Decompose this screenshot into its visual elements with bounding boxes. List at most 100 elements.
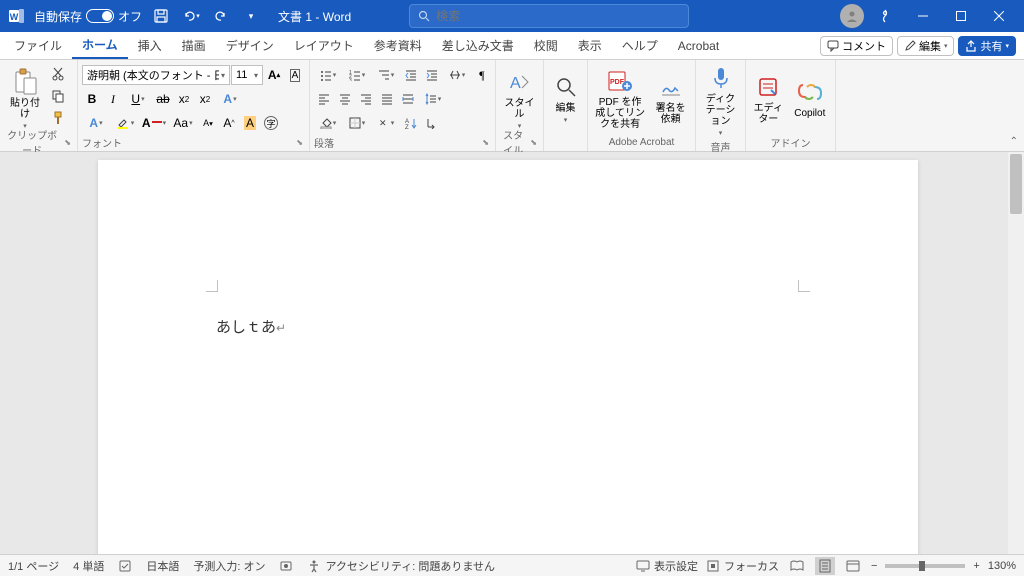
distribute-button[interactable] [398, 89, 418, 109]
search-box[interactable] [409, 4, 689, 28]
web-layout-button[interactable] [843, 557, 863, 575]
font-launcher[interactable]: ⬊ [296, 138, 305, 147]
cut-button[interactable] [48, 64, 68, 84]
accessibility-status[interactable]: アクセシビリティ: 問題ありません [307, 558, 495, 574]
strikethrough-button[interactable]: ab [153, 89, 173, 109]
format-painter-button[interactable] [48, 108, 68, 128]
edit-mode-button[interactable]: 編集▾ [897, 36, 955, 56]
numbering-button[interactable]: 123▾ [343, 65, 371, 85]
create-pdf-button[interactable]: PDF PDF を作成してリンクを共有 [592, 62, 648, 135]
autosave-toggle[interactable]: 自動保存 オフ [34, 8, 142, 25]
styles-button[interactable]: A スタイル ▾ [500, 62, 539, 135]
underline-button[interactable]: U▾ [124, 89, 152, 109]
page[interactable]: あしｔあ↵ [98, 160, 918, 554]
editing-button[interactable]: 編集 ▾ [548, 62, 583, 135]
scrollbar-thumb[interactable] [1010, 154, 1022, 214]
tab-insert[interactable]: 挿入 [128, 32, 172, 59]
tab-acrobat[interactable]: Acrobat [668, 32, 729, 59]
zoom-level[interactable]: 130% [988, 560, 1016, 572]
italic-button[interactable]: I [103, 89, 123, 109]
zoom-slider[interactable] [885, 564, 965, 568]
shading-button[interactable]: ▾ [314, 113, 342, 133]
zoom-out-button[interactable]: − [871, 560, 877, 572]
spell-check-status[interactable] [118, 559, 132, 573]
para-marks-button[interactable] [422, 113, 442, 133]
line-spacing-button[interactable]: ▾ [419, 89, 447, 109]
tab-review[interactable]: 校閲 [524, 32, 568, 59]
redo-button[interactable] [210, 5, 232, 27]
clipboard-launcher[interactable]: ⬊ [64, 138, 73, 147]
grow-font2-button[interactable]: A^ [219, 113, 239, 133]
qat-customize[interactable]: ▾ [240, 5, 262, 27]
change-case-button[interactable]: Aa▾ [169, 113, 197, 133]
bold-button[interactable]: B [82, 89, 102, 109]
show-marks-button[interactable]: ¶ [472, 65, 492, 85]
editor-button[interactable]: エディター [750, 62, 787, 135]
shrink-font-button[interactable]: A▾ [198, 113, 218, 133]
enclosed-char-button[interactable]: 字 [261, 113, 281, 133]
tab-home[interactable]: ホーム [72, 32, 128, 59]
subscript-button[interactable]: x2 [174, 89, 194, 109]
styles-launcher[interactable]: ⬊ [530, 138, 539, 147]
clear-format-button[interactable]: A [240, 113, 260, 133]
font-name-combo[interactable]: 游明朝 (本文のフォント - 日本語)▾ [82, 65, 230, 85]
document-content[interactable]: あしｔあ↵ [216, 316, 286, 337]
save-button[interactable] [150, 5, 172, 27]
display-settings-button[interactable]: 表示設定 [636, 558, 698, 574]
close-button[interactable] [982, 0, 1016, 32]
highlight-color-button[interactable]: ▾ [111, 113, 139, 133]
tab-design[interactable]: デザイン [216, 32, 284, 59]
dictate-button[interactable]: ディクテーション ▾ [700, 62, 741, 139]
sort-button[interactable]: AZ [401, 113, 421, 133]
share-button[interactable]: 共有▾ [958, 36, 1016, 56]
tab-layout[interactable]: レイアウト [284, 32, 364, 59]
page-count[interactable]: 1/1 ページ [8, 558, 59, 574]
coming-soon-icon[interactable] [868, 0, 902, 32]
request-sign-button[interactable]: 署名を依頼 [650, 62, 691, 135]
user-avatar[interactable] [840, 4, 864, 28]
justify-button[interactable] [377, 89, 397, 109]
font-color-button[interactable]: A▾ [140, 113, 168, 133]
predict-input-status[interactable]: 予測入力: オン [193, 558, 265, 574]
copilot-button[interactable]: Copilot [789, 62, 831, 135]
align-center-button[interactable] [335, 89, 355, 109]
copy-button[interactable] [48, 86, 68, 106]
decrease-indent-button[interactable] [401, 65, 421, 85]
asian-combined-button[interactable]: ✕▾ [372, 113, 400, 133]
tab-mailings[interactable]: 差し込み文書 [432, 32, 524, 59]
text-highlight-button[interactable]: A▾ [82, 113, 110, 133]
maximize-button[interactable] [944, 0, 978, 32]
language-status[interactable]: 日本語 [146, 558, 179, 574]
word-count[interactable]: 4 単語 [73, 558, 104, 574]
align-right-button[interactable] [356, 89, 376, 109]
font-size-combo[interactable]: 11▾ [231, 65, 263, 85]
vertical-scrollbar[interactable] [1008, 152, 1024, 554]
undo-button[interactable]: ▾ [180, 5, 202, 27]
read-mode-button[interactable] [787, 557, 807, 575]
align-left-button[interactable] [314, 89, 334, 109]
paste-button[interactable]: 貼り付け ▾ [4, 62, 46, 135]
borders-button[interactable]: ▾ [343, 113, 371, 133]
search-input[interactable] [436, 9, 680, 23]
text-effects-button[interactable]: A▾ [216, 89, 244, 109]
bullets-button[interactable]: ▾ [314, 65, 342, 85]
print-layout-button[interactable] [815, 557, 835, 575]
macro-status[interactable] [279, 559, 293, 573]
zoom-slider-thumb[interactable] [919, 561, 925, 571]
paragraph-launcher[interactable]: ⬊ [482, 138, 491, 147]
increase-indent-button[interactable] [422, 65, 442, 85]
tab-references[interactable]: 参考資料 [364, 32, 432, 59]
tab-help[interactable]: ヘルプ [612, 32, 668, 59]
grow-font-button[interactable]: A▴ [264, 65, 284, 85]
minimize-button[interactable] [906, 0, 940, 32]
phonetic-guide-button[interactable]: A [285, 65, 305, 85]
multilevel-button[interactable]: ▾ [372, 65, 400, 85]
zoom-in-button[interactable]: + [973, 560, 979, 572]
comments-button[interactable]: コメント [820, 36, 893, 56]
collapse-ribbon-button[interactable]: ⌃ [1010, 136, 1018, 147]
asian-layout-button[interactable]: ▾ [443, 65, 471, 85]
tab-file[interactable]: ファイル [4, 32, 72, 59]
tab-draw[interactable]: 描画 [172, 32, 216, 59]
tab-view[interactable]: 表示 [568, 32, 612, 59]
superscript-button[interactable]: x2 [195, 89, 215, 109]
